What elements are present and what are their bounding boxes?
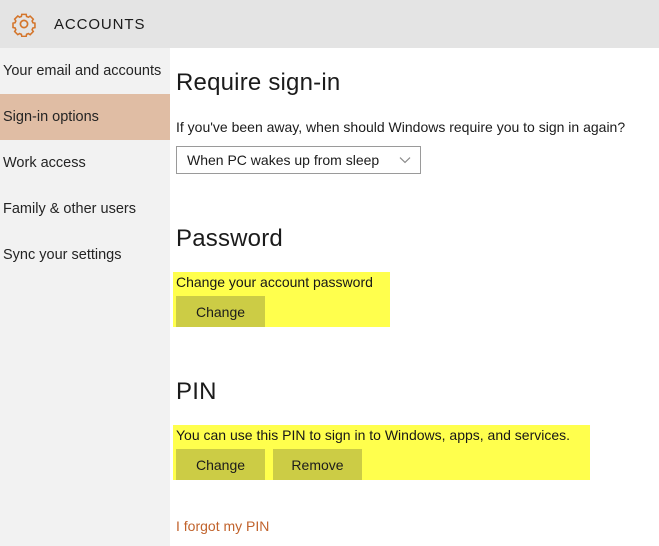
change-password-button[interactable]: Change — [176, 296, 265, 327]
require-signin-heading: Require sign-in — [176, 69, 341, 96]
pin-button-row: Change Remove — [173, 444, 590, 480]
settings-sidebar: Your email and accounts Sign-in options … — [0, 48, 170, 546]
pin-description: You can use this PIN to sign in to Windo… — [176, 427, 571, 443]
sidebar-item-label: Sync your settings — [3, 247, 122, 263]
app-titlebar: ACCOUNTS — [0, 0, 659, 48]
password-description: Change your account password — [176, 274, 373, 290]
require-signin-description: If you've been away, when should Windows… — [176, 119, 626, 135]
gear-icon — [0, 0, 48, 48]
sidebar-item-family-and-other-users[interactable]: Family & other users — [0, 186, 170, 232]
sidebar-item-label: Family & other users — [3, 201, 136, 217]
settings-content-pane: Require sign-in If you've been away, whe… — [170, 48, 659, 546]
pin-highlight-block: You can use this PIN to sign in to Windo… — [173, 425, 590, 480]
chevron-down-icon — [398, 153, 412, 167]
sidebar-item-sign-in-options[interactable]: Sign-in options — [0, 94, 170, 140]
forgot-pin-link[interactable]: I forgot my PIN — [176, 518, 269, 534]
sidebar-item-label: Your email and accounts — [3, 63, 162, 79]
password-button-row: Change — [173, 291, 390, 327]
sidebar-item-work-access[interactable]: Work access — [0, 140, 170, 186]
require-signin-dropdown[interactable]: When PC wakes up from sleep — [176, 146, 421, 174]
pin-heading: PIN — [176, 378, 217, 405]
remove-pin-button[interactable]: Remove — [273, 449, 362, 480]
sidebar-item-label: Sign-in options — [3, 109, 99, 125]
password-heading: Password — [176, 225, 283, 252]
sidebar-item-label: Work access — [3, 155, 86, 171]
page-title: ACCOUNTS — [54, 15, 146, 33]
password-highlight-block: Change your account password Change — [173, 272, 390, 327]
require-signin-dropdown-value: When PC wakes up from sleep — [187, 152, 380, 168]
sidebar-item-sync-your-settings[interactable]: Sync your settings — [0, 232, 170, 278]
change-pin-button[interactable]: Change — [176, 449, 265, 480]
sidebar-item-your-email-and-accounts[interactable]: Your email and accounts — [0, 48, 170, 94]
